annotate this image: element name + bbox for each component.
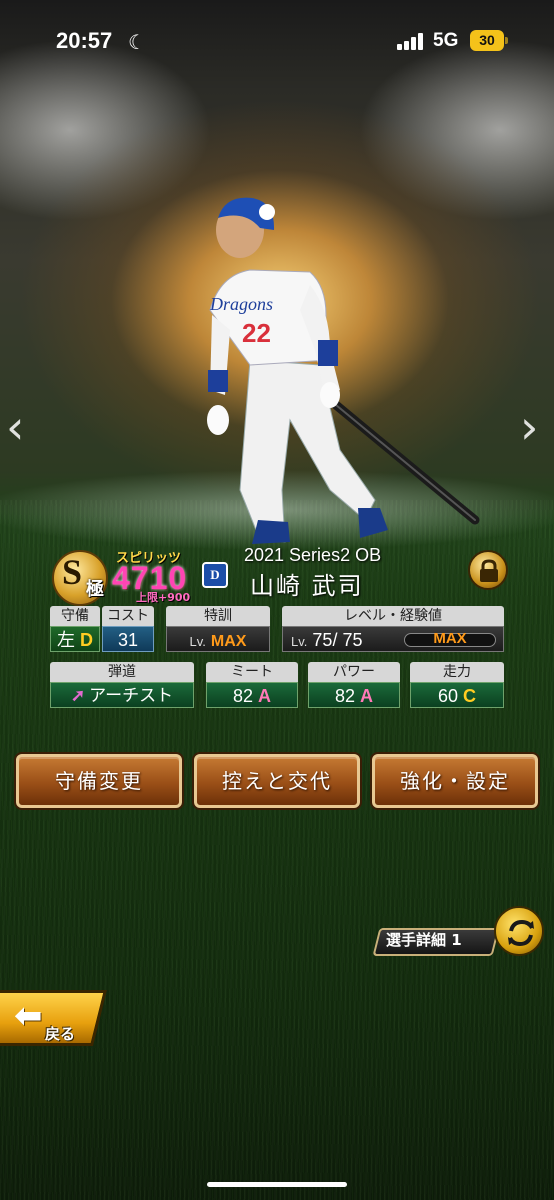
level-current: 75 [312,630,333,650]
defense-value: 左 D [50,626,100,652]
cost-header: コスト [102,606,154,626]
back-arrow-icon: ⬅ [14,996,43,1036]
power-header: パワー [308,662,400,682]
trajectory-value: ➚ アーチスト [50,682,194,708]
rank-letter: S [62,552,83,592]
player-name: 山崎 武司 [250,572,364,600]
meet-number: 82 [232,686,253,706]
training-header: 特訓 [166,606,270,626]
battery-icon: 30 [470,30,504,51]
level-header: レベル・経験値 [282,606,504,626]
trajectory-arrow-icon: ➚ [70,686,86,705]
status-bar: 20:57 ☾ 5G 30 [0,0,554,80]
power-value: 82 A [308,682,400,708]
speed-header: 走力 [410,662,504,682]
bench-swap-button[interactable]: 控えと交代 [194,754,360,808]
power-grade: A [360,686,374,706]
lock-icon[interactable] [468,550,508,590]
status-time: 20:57 [56,28,113,53]
next-card-arrow[interactable]: › [520,400,538,454]
defense-header: 守備 [50,606,100,626]
meet-header: ミート [206,662,298,682]
player-detail-label[interactable]: 選手詳細 1 [386,929,462,950]
series-label: 2021 Series2 OB [244,545,382,565]
speed-number: 60 [437,686,458,706]
training-lv-label: Lv. [189,634,206,649]
defense-position: 左 [56,630,75,650]
home-indicator[interactable] [207,1182,347,1187]
level-max: 75 [342,630,363,650]
meet-value: 82 A [206,682,298,708]
training-value: Lv. MAX [166,626,270,652]
moon-icon: ☾ [128,30,146,54]
power-number: 82 [334,686,355,706]
spirits-limit: 上限+900 [136,591,191,604]
battery-tip [505,37,508,44]
training-max: MAX [210,633,247,650]
cycle-icon[interactable] [494,906,544,956]
rank-kanji: 極 [86,579,104,600]
cost-value: 31 [102,626,154,652]
trajectory-header: 弾道 [50,662,194,682]
team-logo-icon: D [202,562,228,588]
player-illustration: Dragons 22 [207,197,480,544]
jersey-number: 22 [242,318,271,348]
defense-grade: D [80,630,93,650]
speed-value: 60 C [410,682,504,708]
level-separator: / [332,630,338,650]
previous-card-arrow[interactable]: ‹ [6,400,24,454]
speed-grade: C [463,686,477,706]
exp-max-label: MAX [433,630,467,647]
signal-bars-icon [397,32,425,50]
trajectory-text: アーチスト [89,686,174,705]
defense-change-button[interactable]: 守備変更 [16,754,182,808]
network-type: 5G [433,30,459,51]
level-lv-label: Lv. [291,634,308,649]
meet-grade: A [258,686,272,706]
jersey-team-text: Dragons [209,294,273,314]
enhance-settings-button[interactable]: 強化・設定 [372,754,538,808]
back-label[interactable]: 戻る [45,1023,75,1044]
